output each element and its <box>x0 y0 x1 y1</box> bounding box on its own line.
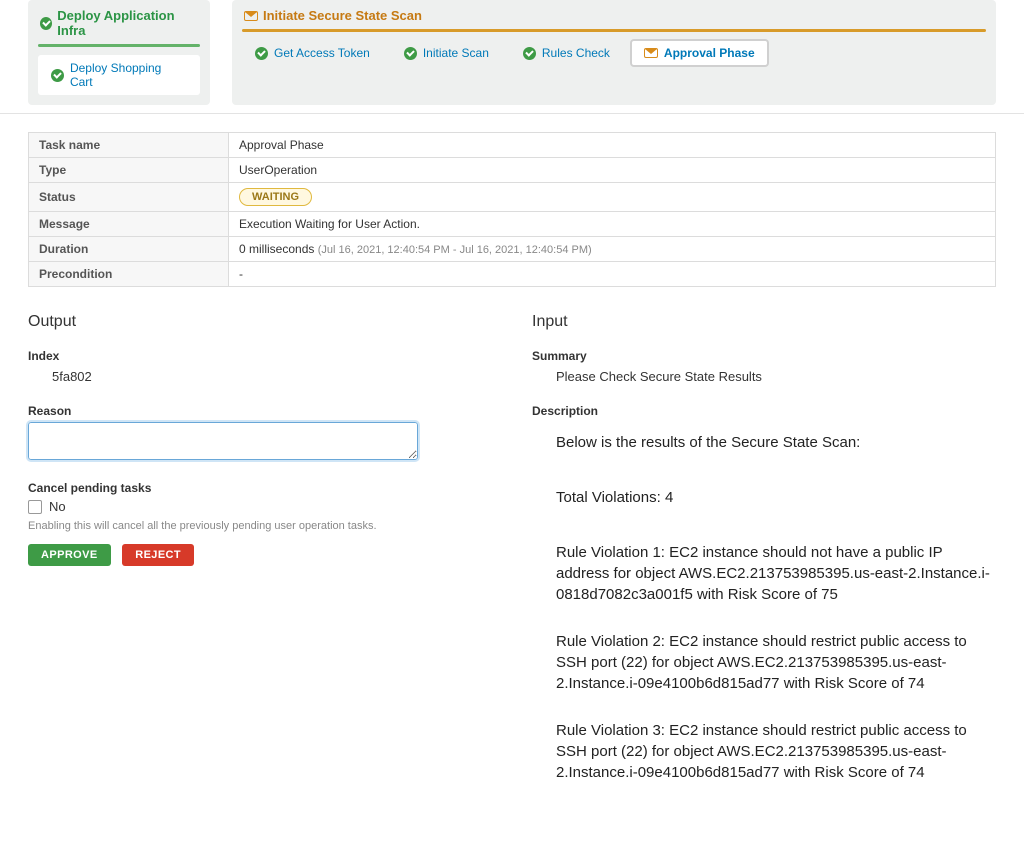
stage-title: Deploy Application Infra <box>57 8 198 38</box>
detail-key: Message <box>29 212 229 237</box>
progress-bar <box>38 44 200 47</box>
output-panel: Output Index 5fa802 Reason Cancel pendin… <box>28 307 492 809</box>
input-panel: Input Summary Please Check Secure State … <box>532 307 996 809</box>
stage-secure-state-scan: Initiate Secure State Scan Get Access To… <box>232 0 996 105</box>
task-label: Get Access Token <box>274 46 370 60</box>
description-line: Rule Violation 1: EC2 instance should no… <box>556 542 996 605</box>
pipeline-stages: Deploy Application Infra Deploy Shopping… <box>0 0 1024 114</box>
duration-value: 0 milliseconds <box>239 242 314 256</box>
duration-timestamp: (Jul 16, 2021, 12:40:54 PM - Jul 16, 202… <box>318 244 592 256</box>
detail-value: 0 milliseconds (Jul 16, 2021, 12:40:54 P… <box>229 237 996 262</box>
stage-title: Initiate Secure State Scan <box>263 8 422 23</box>
table-row: Precondition - <box>29 262 996 287</box>
check-circle-icon <box>51 69 64 82</box>
task-approval-phase[interactable]: Approval Phase <box>631 40 768 66</box>
check-circle-icon <box>404 47 417 60</box>
cancel-option-text: No <box>49 499 66 514</box>
index-label: Index <box>28 349 492 363</box>
detail-value: Execution Waiting for User Action. <box>229 212 996 237</box>
reject-button[interactable]: REJECT <box>122 544 194 566</box>
index-value: 5fa802 <box>28 367 492 398</box>
task-rules-check[interactable]: Rules Check <box>510 40 623 66</box>
progress-bar <box>242 29 986 32</box>
cancel-checkbox[interactable] <box>28 500 42 514</box>
check-circle-icon <box>523 47 536 60</box>
table-row: Task name Approval Phase <box>29 133 996 158</box>
mail-icon <box>644 48 658 58</box>
output-heading: Output <box>28 313 492 331</box>
description-line: Total Violations: 4 <box>556 487 996 508</box>
task-initiate-scan[interactable]: Initiate Scan <box>391 40 502 66</box>
task-details-table: Task name Approval Phase Type UserOperat… <box>28 132 996 287</box>
table-row: Duration 0 milliseconds (Jul 16, 2021, 1… <box>29 237 996 262</box>
check-circle-icon <box>255 47 268 60</box>
task-get-access-token[interactable]: Get Access Token <box>242 40 383 66</box>
task-label: Rules Check <box>542 46 610 60</box>
summary-value: Please Check Secure State Results <box>532 367 996 398</box>
approve-button[interactable]: APPROVE <box>28 544 111 566</box>
reason-label: Reason <box>28 404 492 418</box>
description-line: Rule Violation 2: EC2 instance should re… <box>556 631 996 694</box>
table-row: Type UserOperation <box>29 158 996 183</box>
detail-value: UserOperation <box>229 158 996 183</box>
detail-value: WAITING <box>229 183 996 212</box>
input-heading: Input <box>532 313 996 331</box>
task-label: Approval Phase <box>664 46 755 60</box>
table-row: Message Execution Waiting for User Actio… <box>29 212 996 237</box>
cancel-helper-text: Enabling this will cancel all the previo… <box>28 520 492 532</box>
task-label: Deploy Shopping Cart <box>70 61 187 89</box>
reason-input[interactable] <box>28 422 418 460</box>
detail-key: Precondition <box>29 262 229 287</box>
task-label: Initiate Scan <box>423 46 489 60</box>
summary-label: Summary <box>532 349 996 363</box>
stage-deploy-infra: Deploy Application Infra Deploy Shopping… <box>28 0 210 105</box>
detail-value: - <box>229 262 996 287</box>
mail-icon <box>244 11 258 21</box>
detail-key: Status <box>29 183 229 212</box>
description-line: Below is the results of the Secure State… <box>556 432 996 453</box>
check-circle-icon <box>40 17 52 30</box>
task-deploy-shopping-cart[interactable]: Deploy Shopping Cart <box>38 55 200 95</box>
detail-key: Type <box>29 158 229 183</box>
detail-key: Task name <box>29 133 229 158</box>
status-badge: WAITING <box>239 188 312 206</box>
table-row: Status WAITING <box>29 183 996 212</box>
description-label: Description <box>532 404 996 418</box>
detail-key: Duration <box>29 237 229 262</box>
detail-value: Approval Phase <box>229 133 996 158</box>
cancel-label: Cancel pending tasks <box>28 481 492 495</box>
